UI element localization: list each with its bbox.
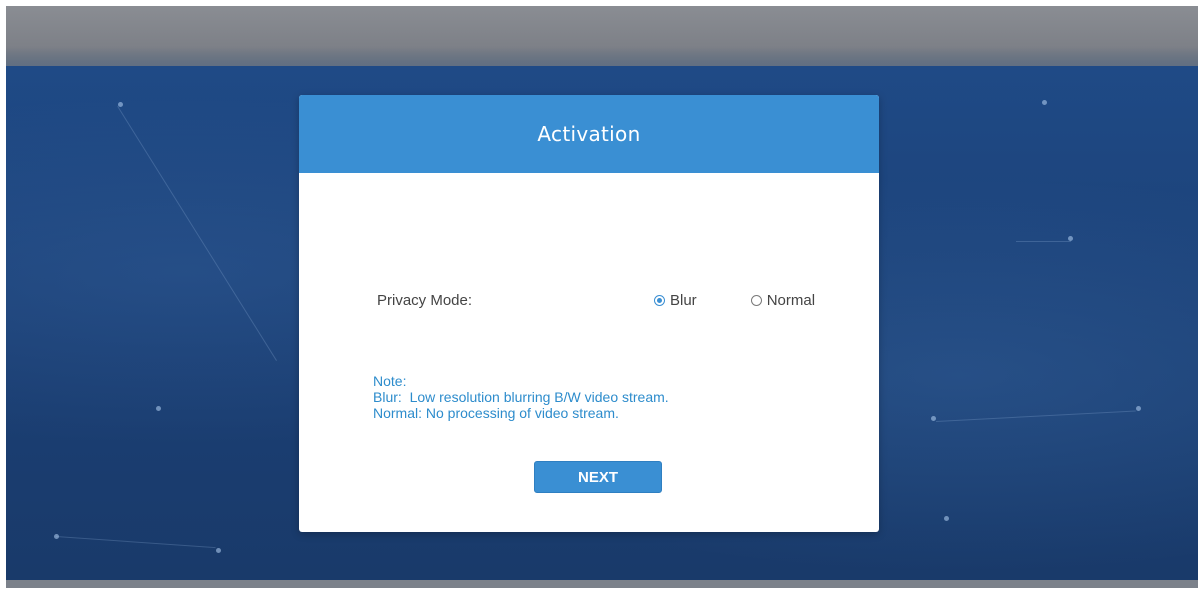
map-dot — [944, 516, 949, 521]
note-text: Note: Blur: Low resolution blurring B/W … — [373, 373, 669, 421]
map-line — [117, 106, 277, 361]
radio-blur-label: Blur — [670, 291, 697, 309]
dialog-header: Activation — [299, 95, 879, 173]
note-line-blur: Blur: Low resolution blurring B/W video … — [373, 389, 669, 405]
map-line — [1016, 241, 1071, 242]
radio-normal-label: Normal — [766, 291, 816, 309]
note-line-normal: Normal: No processing of video stream. — [373, 405, 619, 421]
radio-checked-icon[interactable] — [654, 294, 665, 306]
dialog-title: Activation — [537, 122, 641, 146]
activation-dialog: Activation Privacy Mode: Blur Normal Not… — [299, 95, 879, 532]
app-frame: Activation Privacy Mode: Blur Normal Not… — [6, 6, 1198, 588]
privacy-mode-row: Privacy Mode: Blur Normal — [377, 289, 839, 311]
map-dot — [1136, 406, 1141, 411]
next-button[interactable]: NEXT — [534, 461, 662, 493]
top-banner — [6, 6, 1198, 66]
map-line — [936, 410, 1136, 422]
map-dot — [216, 548, 221, 553]
map-dot — [1042, 100, 1047, 105]
map-line — [55, 536, 216, 549]
radio-blur[interactable]: Blur — [654, 292, 697, 309]
bottom-bar — [6, 580, 1198, 588]
radio-normal[interactable]: Normal — [750, 291, 816, 309]
map-dot — [156, 406, 161, 411]
note-heading: Note: — [373, 373, 407, 389]
radio-unchecked-icon[interactable] — [750, 294, 762, 306]
privacy-mode-label: Privacy Mode: — [377, 291, 473, 309]
